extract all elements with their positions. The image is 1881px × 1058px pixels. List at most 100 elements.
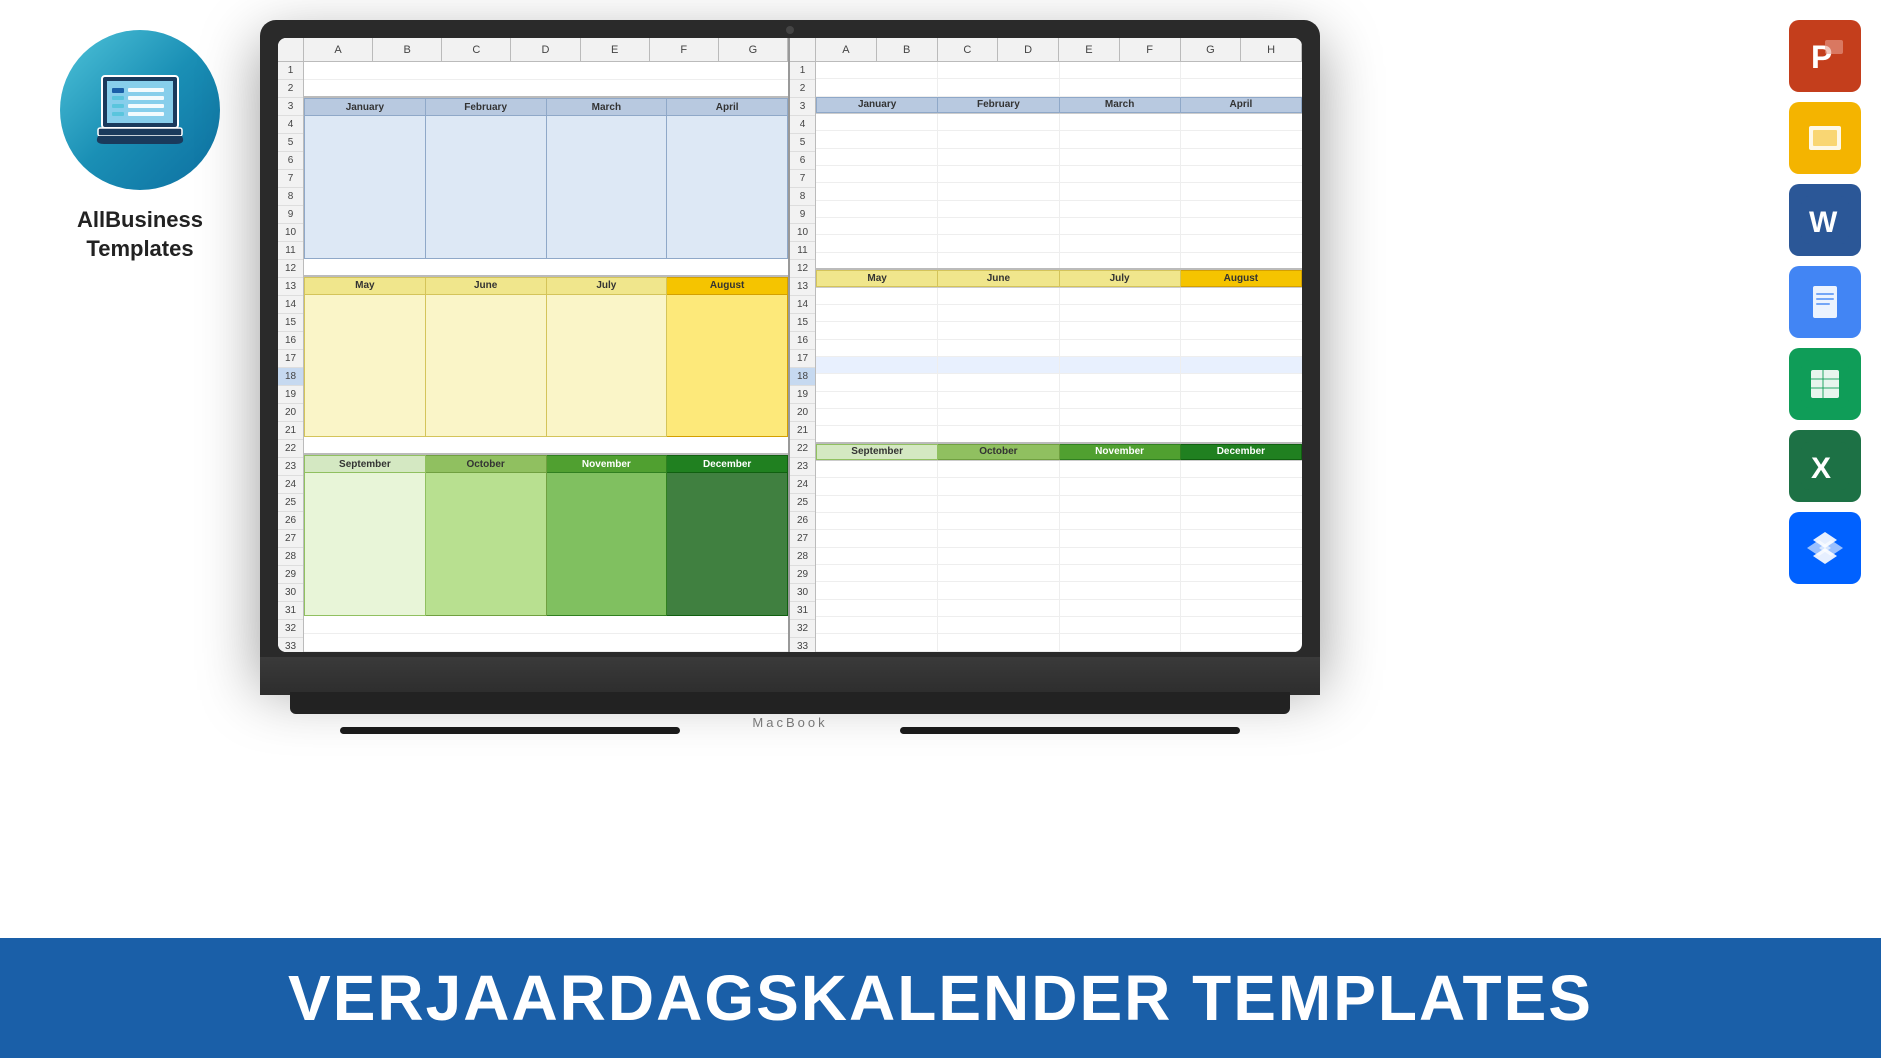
spreadsheet: A B C D E F G 1 2	[278, 38, 1302, 652]
r-q2-r18-hl	[816, 357, 1302, 374]
r-q1-hdrs: January February March April	[816, 97, 1302, 114]
right-body: 1 2 3 4 5 6 7 8 9 10 11	[790, 62, 1302, 652]
r-jan-hdr: January	[816, 97, 938, 113]
rn-14: 14	[278, 296, 303, 314]
oct-header: October	[426, 455, 547, 473]
r-q2-r14	[816, 288, 1302, 305]
rrn-17: 17	[790, 350, 815, 368]
right-col-e: E	[1059, 38, 1120, 61]
may-body	[304, 295, 426, 438]
svg-text:X: X	[1811, 452, 1831, 485]
word-icon[interactable]: W	[1789, 184, 1861, 256]
rn-13: 13	[278, 278, 303, 296]
q3-header-row: September October November December	[304, 455, 788, 473]
r-may-hdr: May	[816, 270, 938, 286]
rrn-16: 16	[790, 332, 815, 350]
rn-10: 10	[278, 224, 303, 242]
laptop-icon	[90, 72, 190, 148]
rn-24: 24	[278, 476, 303, 494]
right-row-numbers: 1 2 3 4 5 6 7 8 9 10 11	[790, 62, 816, 652]
r-q1-r11	[816, 235, 1302, 252]
jun-header: June	[426, 277, 547, 295]
mar-body	[547, 116, 668, 259]
rrn-3: 3	[790, 98, 815, 116]
rn-6: 6	[278, 152, 303, 170]
rn-8: 8	[278, 188, 303, 206]
rrn-33: 33	[790, 638, 815, 652]
right-col-headers: A B C D E F G H	[790, 38, 1302, 62]
col-c: C	[442, 38, 511, 61]
rrn-8: 8	[790, 188, 815, 206]
col-g: G	[719, 38, 788, 61]
r-q2-r19	[816, 374, 1302, 391]
rn-22: 22	[278, 440, 303, 458]
jan-body	[304, 116, 426, 259]
q1-body	[304, 116, 788, 259]
spacer-row	[304, 80, 788, 98]
rn-3: 3	[278, 98, 303, 116]
r-sep-hdr: September	[816, 444, 938, 460]
rn-23: 23	[278, 458, 303, 476]
powerpoint-icon[interactable]: P	[1789, 20, 1861, 92]
rn-25: 25	[278, 494, 303, 512]
rn-9: 9	[278, 206, 303, 224]
r-feb-hdr: February	[938, 97, 1059, 113]
macbook-foot-right	[900, 727, 1240, 734]
rn-29: 29	[278, 566, 303, 584]
r-mar-hdr: March	[1060, 97, 1181, 113]
rn-18: 18	[278, 368, 303, 386]
rrn-19: 19	[790, 386, 815, 404]
col-e: E	[581, 38, 650, 61]
rrn-32: 32	[790, 620, 815, 638]
jan-header: January	[304, 98, 426, 116]
rn-1: 1	[278, 62, 303, 80]
rrn-10: 10	[790, 224, 815, 242]
nov-header: November	[547, 455, 668, 473]
r-q3-r30	[816, 565, 1302, 582]
rn-19: 19	[278, 386, 303, 404]
rrn-23: 23	[790, 458, 815, 476]
title-row	[304, 62, 788, 80]
r-q3-r27	[816, 513, 1302, 530]
macbook-frame: A B C D E F G 1 2	[260, 20, 1320, 750]
rrn-26: 26	[790, 512, 815, 530]
r-q3-r32	[816, 600, 1302, 617]
rn-28: 28	[278, 548, 303, 566]
docs-icon[interactable]	[1789, 266, 1861, 338]
may-header: May	[304, 277, 426, 295]
jul-body	[547, 295, 668, 438]
excel-icon[interactable]: X	[1789, 430, 1861, 502]
oct-body	[426, 473, 547, 616]
row-num-header	[278, 38, 304, 61]
r-q1-r12	[816, 253, 1302, 270]
sheets-icon[interactable]	[1789, 348, 1861, 420]
rn-27: 27	[278, 530, 303, 548]
rrn-25: 25	[790, 494, 815, 512]
rn-2: 2	[278, 80, 303, 98]
r-q2-r21	[816, 409, 1302, 426]
rrn-15: 15	[790, 314, 815, 332]
rrn-4: 4	[790, 116, 815, 134]
macbook-label: MacBook	[752, 715, 827, 730]
spacer5-row	[304, 634, 788, 652]
col-a: A	[304, 38, 373, 61]
rrn-9: 9	[790, 206, 815, 224]
bottom-banner: VERJAARDAGSKALENDER TEMPLATES	[0, 938, 1881, 1058]
app-icons-panel: P W	[1789, 20, 1861, 584]
r-jul-hdr: July	[1060, 270, 1181, 286]
dropbox-icon[interactable]	[1789, 512, 1861, 584]
r-q1-r6	[816, 149, 1302, 166]
r-q2-r17	[816, 340, 1302, 357]
rn-15: 15	[278, 314, 303, 332]
left-body: 1 2 3 4 5 6 7 8 9 10 11	[278, 62, 788, 652]
slides-icon[interactable]	[1789, 102, 1861, 174]
macbook-foot-left	[340, 727, 680, 734]
banner-text: VERJAARDAGSKALENDER TEMPLATES	[288, 961, 1593, 1035]
rrn-18: 18	[790, 368, 815, 386]
right-data-area: January February March April	[816, 62, 1302, 652]
rn-30: 30	[278, 584, 303, 602]
rn-17: 17	[278, 350, 303, 368]
r-spacer	[816, 79, 1302, 96]
r-q3-r24	[816, 461, 1302, 478]
r-q3-r26	[816, 496, 1302, 513]
